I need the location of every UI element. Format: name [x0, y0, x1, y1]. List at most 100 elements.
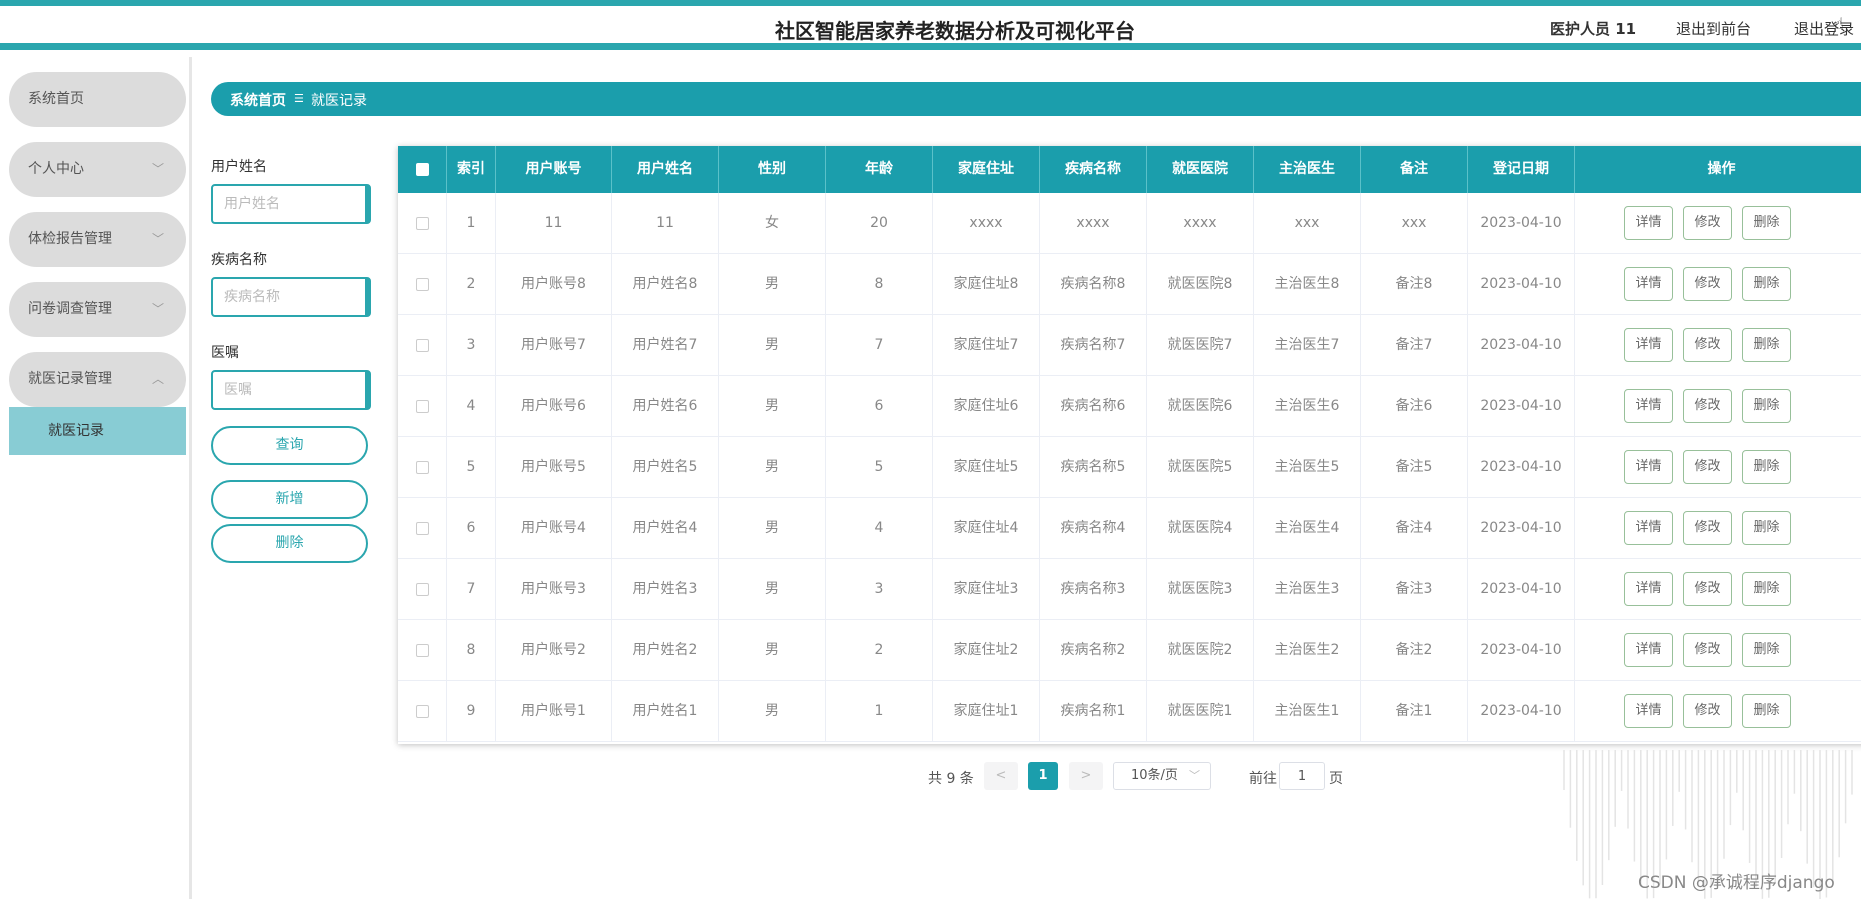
- row-checkbox[interactable]: [415, 521, 429, 535]
- detail-button[interactable]: 详情: [1624, 389, 1673, 423]
- table-cell: 疾病名称6: [1040, 376, 1147, 437]
- detail-button[interactable]: 详情: [1624, 633, 1673, 667]
- add-button[interactable]: 新增: [211, 480, 368, 519]
- select-all-checkbox[interactable]: [415, 162, 429, 176]
- disease-input[interactable]: [211, 277, 371, 317]
- prev-page-button[interactable]: <: [984, 762, 1018, 790]
- actions-cell: 详情 修改 删除: [1575, 437, 1861, 498]
- edit-button[interactable]: 修改: [1683, 694, 1732, 728]
- table-cell: 4: [447, 376, 496, 437]
- name-label: 用户姓名: [211, 159, 267, 175]
- sidebar-item-personal[interactable]: 个人中心 ﹀: [9, 142, 186, 197]
- sidebar-item-label: 就医记录管理: [28, 371, 112, 387]
- next-page-button[interactable]: >: [1069, 762, 1103, 790]
- table-cell: 家庭住址4: [933, 498, 1040, 559]
- edit-button[interactable]: 修改: [1683, 206, 1732, 240]
- sidebar-subitem-medical-records[interactable]: 就医记录: [9, 407, 186, 455]
- row-checkbox[interactable]: [415, 399, 429, 413]
- table-cell: 男: [719, 315, 826, 376]
- table-row: 6 用户账号4 用户姓名4 男 4 家庭住址4 疾病名称4 就医医院4 主治医生4 备注4 2023…: [398, 498, 1861, 559]
- delete-button[interactable]: 删除: [1742, 511, 1791, 545]
- page-button-current[interactable]: 1: [1028, 762, 1058, 790]
- col-header: 登记日期: [1468, 146, 1575, 193]
- delete-button[interactable]: 删除: [1742, 206, 1791, 240]
- sidebar-item-survey[interactable]: 问卷调查管理 ﹀: [9, 282, 186, 337]
- table-row: 7 用户账号3 用户姓名3 男 3 家庭住址3 疾病名称3 就医医院3 主治医生3 备注3 2023…: [398, 559, 1861, 620]
- table-cell: 用户姓名5: [612, 437, 719, 498]
- detail-button[interactable]: 详情: [1624, 206, 1673, 240]
- delete-button[interactable]: 删除: [1742, 694, 1791, 728]
- table-cell: 2023-04-10: [1468, 254, 1575, 315]
- detail-button[interactable]: 详情: [1624, 572, 1673, 606]
- row-checkbox[interactable]: [415, 277, 429, 291]
- edit-button[interactable]: 修改: [1683, 450, 1732, 484]
- delete-button[interactable]: 删除: [1742, 572, 1791, 606]
- table-cell: 疾病名称7: [1040, 315, 1147, 376]
- table-cell: 用户账号2: [496, 620, 612, 681]
- page-size-select[interactable]: 10条/页 ﹀: [1113, 762, 1211, 790]
- row-checkbox[interactable]: [415, 460, 429, 474]
- pointer-cursor-icon: ☝: [1834, 14, 1844, 33]
- table-cell: 用户账号3: [496, 559, 612, 620]
- detail-button[interactable]: 详情: [1624, 694, 1673, 728]
- row-checkbox[interactable]: [415, 216, 429, 230]
- sidebar-item-home[interactable]: 系统首页: [9, 72, 186, 127]
- name-input[interactable]: [211, 184, 371, 224]
- logout-link[interactable]: 退出登录: [1794, 18, 1854, 39]
- edit-button[interactable]: 修改: [1683, 511, 1732, 545]
- table-cell: 用户账号4: [496, 498, 612, 559]
- sidebar-item-medical[interactable]: 就医记录管理 ︿: [9, 352, 186, 407]
- table-cell: 2023-04-10: [1468, 437, 1575, 498]
- row-checkbox[interactable]: [415, 338, 429, 352]
- table-cell: 主治医生2: [1254, 620, 1361, 681]
- delete-button[interactable]: 删除: [1742, 389, 1791, 423]
- table-row: 1 11 11 女 20 xxxx xxxx xxxx xxx xxx 2023-04-10 详情 修改…: [398, 193, 1861, 254]
- actions-cell: 详情 修改 删除: [1575, 193, 1861, 254]
- table-cell: 用户姓名1: [612, 681, 719, 742]
- table-cell: 用户姓名6: [612, 376, 719, 437]
- row-select-cell: [398, 620, 447, 681]
- table-cell: 就医医院4: [1147, 498, 1254, 559]
- table-cell: 男: [719, 254, 826, 315]
- advice-input[interactable]: [211, 370, 371, 410]
- chevron-up-icon: ︿: [151, 372, 164, 386]
- goto-page-input[interactable]: [1279, 762, 1325, 790]
- delete-button[interactable]: 删除: [1742, 450, 1791, 484]
- row-checkbox[interactable]: [415, 643, 429, 657]
- detail-button[interactable]: 详情: [1624, 511, 1673, 545]
- col-header: 用户账号: [496, 146, 612, 193]
- sidebar-item-checkup[interactable]: 体检报告管理 ﹀: [9, 212, 186, 267]
- delete-button[interactable]: 删除: [1742, 267, 1791, 301]
- table-cell: 用户姓名2: [612, 620, 719, 681]
- col-header: 年龄: [826, 146, 933, 193]
- detail-button[interactable]: 详情: [1624, 450, 1673, 484]
- edit-button[interactable]: 修改: [1683, 633, 1732, 667]
- delete-button[interactable]: 删除: [1742, 328, 1791, 362]
- front-link[interactable]: 退出到前台: [1676, 18, 1751, 39]
- edit-button[interactable]: 修改: [1683, 572, 1732, 606]
- breadcrumb-home[interactable]: 系统首页: [230, 90, 286, 110]
- table-cell: 备注4: [1361, 498, 1468, 559]
- delete-button[interactable]: 删除: [1742, 633, 1791, 667]
- table-cell: 备注3: [1361, 559, 1468, 620]
- table-cell: 疾病名称4: [1040, 498, 1147, 559]
- table-cell: 备注5: [1361, 437, 1468, 498]
- actions-cell: 详情 修改 删除: [1575, 376, 1861, 437]
- sidebar-item-label: 体检报告管理: [28, 231, 112, 247]
- table-cell: xxx: [1361, 193, 1468, 254]
- table-cell: xxxx: [1040, 193, 1147, 254]
- sidebar: 系统首页 个人中心 ﹀ 体检报告管理 ﹀ 问卷调查管理 ﹀ 就医记录管理 ︿ 就…: [0, 57, 192, 899]
- table-cell: 家庭住址1: [933, 681, 1040, 742]
- row-checkbox[interactable]: [415, 704, 429, 718]
- detail-button[interactable]: 详情: [1624, 328, 1673, 362]
- row-checkbox[interactable]: [415, 582, 429, 596]
- edit-button[interactable]: 修改: [1683, 328, 1732, 362]
- edit-button[interactable]: 修改: [1683, 267, 1732, 301]
- edit-button[interactable]: 修改: [1683, 389, 1732, 423]
- batch-delete-button[interactable]: 删除: [211, 524, 368, 563]
- query-button[interactable]: 查询: [211, 426, 368, 465]
- table-cell: 2: [826, 620, 933, 681]
- table-cell: 主治医生7: [1254, 315, 1361, 376]
- detail-button[interactable]: 详情: [1624, 267, 1673, 301]
- table-cell: 11: [612, 193, 719, 254]
